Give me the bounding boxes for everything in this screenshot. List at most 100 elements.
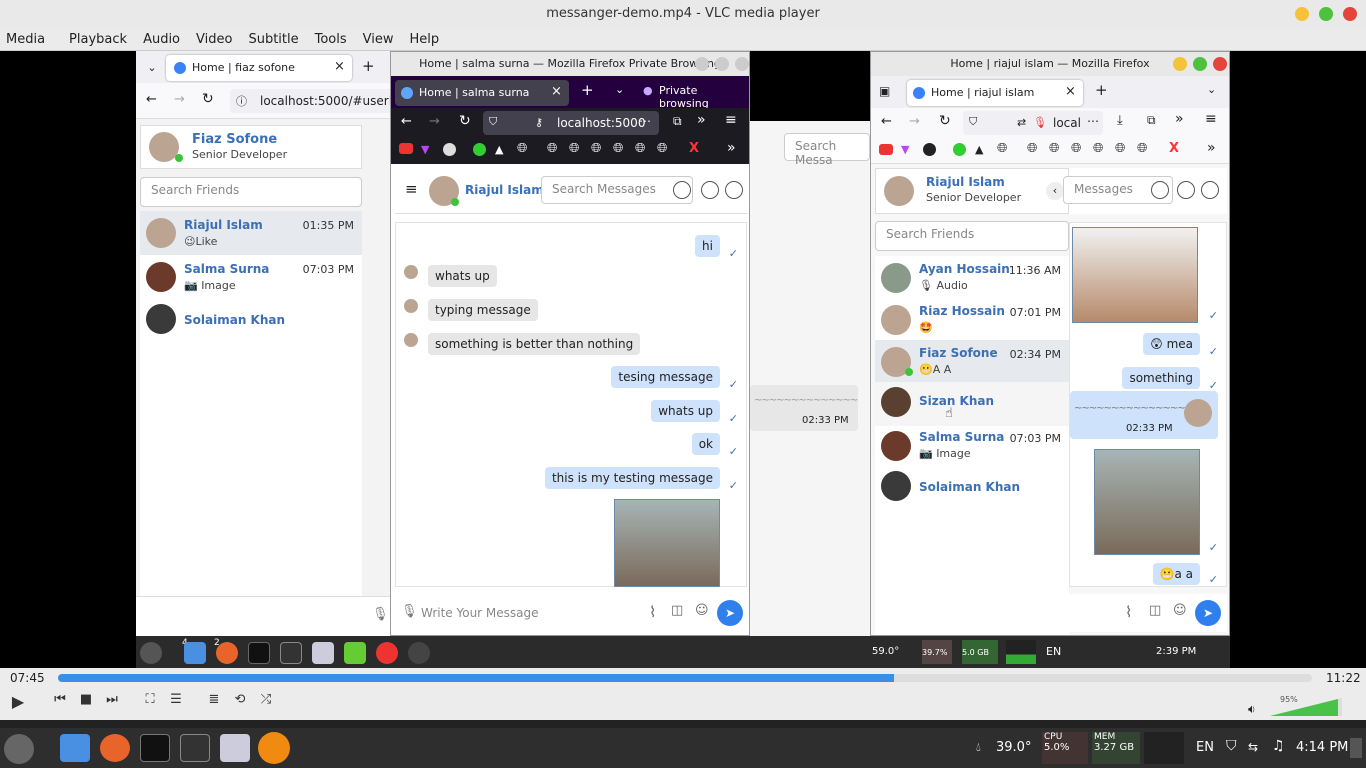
minimize-button[interactable]: [1295, 7, 1309, 21]
url-bar[interactable]: ⛉ ⇄ 🎙 local ⋯: [963, 111, 1103, 135]
image-message[interactable]: [1072, 227, 1198, 323]
globe-icon[interactable]: 🌐︎: [635, 141, 645, 156]
whatsapp-icon[interactable]: [953, 143, 966, 156]
back-icon[interactable]: ←: [146, 92, 157, 107]
search-friends-input[interactable]: Search Friends: [875, 221, 1069, 251]
file-manager-icon[interactable]: [60, 734, 90, 762]
vlc-icon[interactable]: [258, 732, 290, 764]
camera-icon[interactable]: ◫: [671, 603, 683, 618]
close-icon[interactable]: ×: [334, 59, 345, 74]
more-icon[interactable]: ⋯: [639, 114, 651, 128]
network-icon[interactable]: ⇆: [1248, 740, 1258, 754]
overflow-icon[interactable]: »: [1207, 140, 1216, 156]
search-friends-input[interactable]: Search Friends: [140, 177, 362, 207]
video-call-icon[interactable]: [725, 181, 743, 199]
shield-icon[interactable]: ⛉: [1226, 738, 1237, 754]
play-button[interactable]: ▶: [8, 692, 28, 711]
globe-icon[interactable]: 🌐︎: [1137, 141, 1147, 156]
voice-message[interactable]: ~~~~~~~~~~~~~~ 02:33 PM: [750, 385, 858, 431]
language-indicator[interactable]: EN: [1046, 645, 1061, 658]
menu-audio[interactable]: Audio: [137, 28, 186, 47]
bookmark-icon[interactable]: ▼: [901, 143, 909, 156]
globe-icon[interactable]: 🌐︎: [1027, 141, 1037, 156]
tab-home-fiaz[interactable]: Home | fiaz sofone ×: [166, 55, 352, 81]
editor-icon[interactable]: [220, 734, 250, 762]
camera-icon[interactable]: ◫: [1149, 603, 1161, 618]
chevron-down-icon[interactable]: ⌄: [615, 83, 624, 96]
show-desktop-button[interactable]: [1350, 738, 1362, 758]
seek-bar[interactable]: [58, 674, 1312, 682]
hamburger-menu-icon[interactable]: ≡: [725, 112, 737, 128]
x-icon[interactable]: X: [689, 141, 699, 156]
friend-item[interactable]: Fiaz Sofone 😬A A 02:34 PM: [875, 340, 1069, 384]
extensions-icon[interactable]: ⧉: [673, 114, 682, 129]
overflow-icon[interactable]: »: [1175, 111, 1184, 127]
minimize-button[interactable]: [1173, 57, 1187, 71]
chevron-down-icon[interactable]: ⌄: [1207, 83, 1216, 96]
friend-item[interactable]: Riajul Islam 😉Like 01:35 PM: [140, 211, 362, 255]
download-icon[interactable]: ⤓: [1117, 113, 1123, 128]
globe-icon[interactable]: 🌐︎: [1093, 141, 1103, 156]
friend-item[interactable]: Riaz Hossain 🤩 07:01 PM: [875, 298, 1069, 342]
maximize-button[interactable]: [1319, 7, 1333, 21]
menu-tools[interactable]: Tools: [309, 28, 353, 47]
menu-view[interactable]: View: [357, 28, 400, 47]
send-button[interactable]: ➤: [717, 600, 743, 626]
obs-icon[interactable]: [408, 642, 430, 664]
fullscreen-button[interactable]: ⛶: [140, 692, 160, 710]
next-button[interactable]: ⏭: [102, 692, 122, 710]
reload-icon[interactable]: ↻: [202, 91, 214, 107]
menu-video[interactable]: Video: [190, 28, 238, 47]
globe-icon[interactable]: 🌐︎: [997, 141, 1007, 156]
video-area[interactable]: ⌄ Home | fiaz sofone × + ← → ↻ ⓘ localho…: [0, 51, 1366, 668]
globe-icon[interactable]: 🌐︎: [1049, 141, 1059, 156]
friend-item[interactable]: Salma Surna 📷 Image 07:03 PM: [140, 255, 362, 299]
terminal-icon[interactable]: [248, 642, 270, 664]
tab-home-riajul[interactable]: Home | riajul islam ×: [907, 80, 1083, 106]
send-button[interactable]: ➤: [1195, 600, 1221, 626]
attach-icon[interactable]: ⌇: [1125, 603, 1132, 621]
image-message[interactable]: [1094, 449, 1200, 555]
linux-mint-menu-icon[interactable]: [4, 734, 34, 764]
chevron-left-icon[interactable]: ‹: [1046, 182, 1064, 200]
new-tab-button[interactable]: +: [581, 81, 594, 99]
url-bar[interactable]: ⛉ ⚷ localhost:5000 ⋯: [483, 111, 659, 135]
terminal-icon[interactable]: [140, 734, 170, 762]
previous-button[interactable]: ⏮: [50, 692, 70, 710]
friend-item[interactable]: Sizan Khan ☝: [875, 382, 1069, 426]
back-icon[interactable]: ←: [881, 114, 892, 129]
friend-item[interactable]: Salma Surna 📷 Image 07:03 PM: [875, 424, 1069, 468]
search-messages-input[interactable]: Search Messages: [541, 176, 693, 204]
x-icon[interactable]: X: [1169, 141, 1179, 156]
globe-icon[interactable]: 🌐︎: [517, 141, 527, 156]
maximize-button[interactable]: [1193, 57, 1207, 71]
close-button[interactable]: [1213, 57, 1227, 71]
emoji-icon[interactable]: ☺: [695, 603, 709, 618]
menu-help[interactable]: Help: [404, 28, 446, 47]
attach-icon[interactable]: ⌇: [649, 603, 656, 621]
message-input[interactable]: Write Your Message: [421, 606, 539, 620]
microphone-icon[interactable]: 🎙: [372, 607, 389, 622]
search-icon[interactable]: [673, 181, 691, 199]
tab-overview-icon[interactable]: ▣: [879, 84, 890, 98]
more-icon[interactable]: ⋯: [1087, 114, 1099, 128]
firefox-icon[interactable]: [100, 734, 130, 762]
menu-playback[interactable]: Playback: [63, 28, 133, 47]
close-icon[interactable]: ×: [551, 84, 562, 99]
video-call-icon[interactable]: [1201, 181, 1219, 199]
playlist-button[interactable]: ≣: [204, 692, 224, 710]
bookmark-icon[interactable]: ▲: [975, 143, 983, 156]
phone-icon[interactable]: [701, 181, 719, 199]
chevron-down-icon[interactable]: ⌄: [142, 58, 162, 78]
globe-icon[interactable]: 🌐︎: [569, 141, 579, 156]
globe-icon[interactable]: 🌐︎: [613, 141, 623, 156]
android-icon[interactable]: [344, 642, 366, 664]
firefox-icon[interactable]: [216, 642, 238, 664]
bookmark-icon[interactable]: ▲: [495, 143, 503, 156]
language-indicator[interactable]: EN: [1196, 740, 1214, 755]
whatsapp-icon[interactable]: [473, 143, 486, 156]
url-bar[interactable]: ⓘ localhost:5000/#userId=6: [230, 89, 394, 113]
hamburger-menu-icon[interactable]: ≡: [1205, 111, 1217, 127]
phone-icon[interactable]: [1177, 181, 1195, 199]
back-icon[interactable]: ←: [401, 114, 412, 129]
